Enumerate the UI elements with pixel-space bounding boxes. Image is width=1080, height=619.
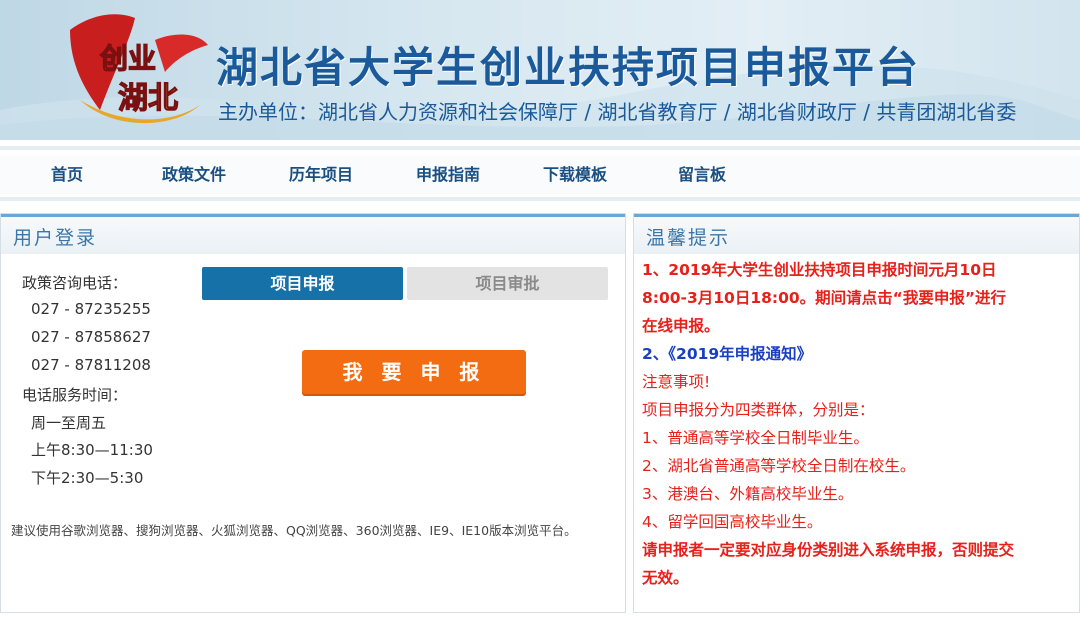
tab-project-review[interactable]: 项目审批 [407,267,608,300]
tip-group-2: 2、湖北省普通高等学校全日制在校生。 [642,457,916,475]
nav-item-policy[interactable]: 政策文件 [162,156,226,194]
nav-divider-top [0,146,1080,150]
svg-text:湖北: 湖北 [118,81,178,116]
tips-panel-header: 温馨提示 [634,214,1079,254]
apply-button[interactable]: 我 要 申 报 [302,350,526,394]
tip-groups-intro: 项目申报分为四类群体，分别是： [642,401,875,419]
hours-label: 电话服务时间： [22,386,128,404]
site-sponsors: 主办单位：湖北省人力资源和社会保障厅 / 湖北省教育厅 / 湖北省财政厅 / 共… [218,100,1017,124]
login-panel-title: 用户登录 [13,227,98,249]
tips-panel-title: 温馨提示 [646,227,731,249]
site-title: 湖北省大学生创业扶持项目申报平台 [216,43,921,92]
service-days: 周一至周五 [31,414,107,432]
main-nav: 首页 政策文件 历年项目 申报指南 下载模板 留言板 [0,156,1080,194]
tip-deadline-line-3: 在线申报。 [642,317,720,335]
contact-label: 政策咨询电话： [22,274,128,292]
nav-item-guide[interactable]: 申报指南 [416,156,480,194]
tip-notice-heading: 注意事项! [642,373,711,391]
service-afternoon: 下午2:30—5:30 [31,469,144,487]
tip-deadline-line-1: 1、2019年大学生创业扶持项目申报时间元月10日 [642,261,997,279]
header-banner: 创业 湖北 湖北省大学生创业扶持项目申报平台 主办单位：湖北省人力资源和社会保障… [0,0,1080,140]
tab-project-apply[interactable]: 项目申报 [202,267,403,300]
phone-3: 027 - 87811208 [31,356,151,374]
chuangye-hubei-logo: 创业 湖北 [60,10,210,130]
logo-emblem-icon: 创业 湖北 [70,14,208,124]
tip-group-4: 4、留学回国高校毕业生。 [642,513,823,531]
phone-1: 027 - 87235255 [31,300,151,318]
tip-warning-line-1: 请申报者一定要对应身份类别进入系统申报，否则提交 [642,541,1015,559]
tip-group-3: 3、港澳台、外籍高校毕业生。 [642,485,854,503]
tip-warning-line-2: 无效。 [642,569,689,587]
svg-text:创业: 创业 [99,42,156,75]
nav-item-templates[interactable]: 下载模板 [543,156,607,194]
tip-deadline-line-2: 8:00-3月10日18:00。期间请点击“我要申报”进行 [642,289,1007,307]
tip-group-1: 1、普通高等学校全日制毕业生。 [642,429,869,447]
service-morning: 上午8:30—11:30 [31,441,153,459]
tips-panel: 温馨提示 1、2019年大学生创业扶持项目申报时间元月10日 8:00-3月10… [633,213,1080,613]
login-panel-header: 用户登录 [1,214,625,254]
nav-item-past-projects[interactable]: 历年项目 [289,156,353,194]
login-panel: 用户登录 政策咨询电话： 027 - 87235255 027 - 878586… [0,213,626,613]
phone-2: 027 - 87858627 [31,328,151,346]
tip-notice-link[interactable]: 2、《2019年申报通知》 [642,344,812,364]
nav-item-message-board[interactable]: 留言板 [678,156,726,194]
nav-divider-bottom [0,197,1080,201]
nav-item-home[interactable]: 首页 [51,156,83,194]
browser-recommendation: 建议使用谷歌浏览器、搜狗浏览器、火狐浏览器、QQ浏览器、360浏览器、IE9、I… [11,523,577,538]
